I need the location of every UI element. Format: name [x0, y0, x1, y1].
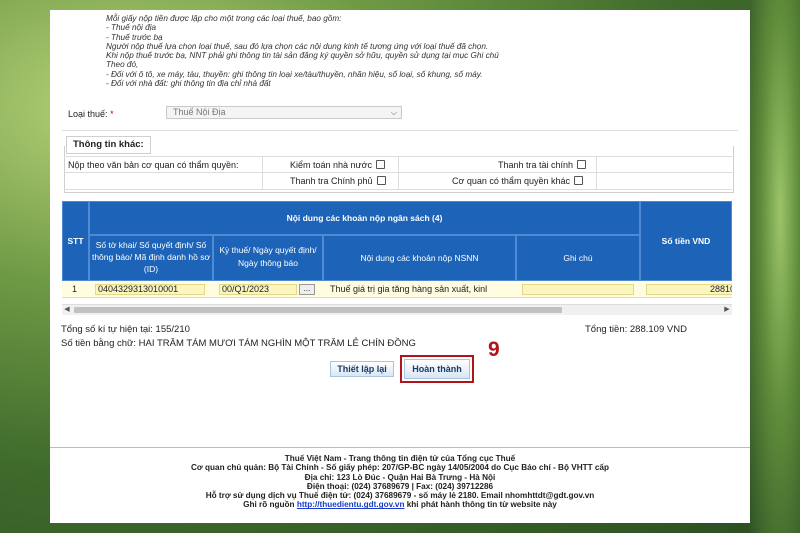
note-line: Theo đó, [106, 60, 139, 70]
option-label: Thanh tra tài chính [498, 160, 574, 170]
reset-button[interactable]: Thiết lập lại [330, 361, 394, 377]
option-state-audit: Kiểm toán nhà nước [290, 157, 385, 173]
tax-type-label-text: Loại thuế: [68, 109, 108, 119]
tax-period-input[interactable]: 00/Q1/2023 [219, 284, 297, 295]
grid-line [398, 156, 399, 189]
amount-in-words: Số tiền bằng chữ: HAI TRĂM TÁM MƯƠI TÁM … [61, 338, 416, 349]
cell-stt: 1 [72, 284, 78, 294]
horizontal-scrollbar[interactable]: ◀ ▶ [62, 304, 732, 315]
option-financial-inspection: Thanh tra tài chính [498, 157, 587, 173]
footer-text: khi phát hành thông tin từ website này [406, 500, 557, 510]
col-header-period: Kỳ thuế/ Ngày quyết định/ Ngày thông báo [213, 235, 323, 281]
period-picker-button[interactable]: ... [299, 284, 315, 295]
scroll-left-icon[interactable]: ◀ [62, 305, 72, 315]
tax-type-value: Thuế Nội Địa [173, 107, 226, 117]
table-row: 1 0404329313010001 00/Q1/2023 ... Thuế g… [62, 281, 732, 298]
note-line: Khi nộp thuế trước bạ, NNT phải ghi thôn… [106, 51, 499, 61]
footer-divider [50, 447, 750, 448]
budget-items-table: STT Nội dung các khoản nộp ngân sách (4)… [62, 201, 732, 311]
grid-line [262, 156, 263, 189]
char-count: Tổng số kí tự hiện tại: 155/210 [61, 324, 190, 335]
finish-button[interactable]: Hoàn thành [404, 359, 470, 379]
option-label: Cơ quan có thẩm quyền khác [452, 176, 570, 186]
col-header-amount: Số tiền VND [640, 201, 732, 281]
option-other-authority: Cơ quan có thẩm quyền khác [452, 173, 583, 189]
tax-type-notes: Mỗi giấy nộp tiền được lập cho một trong… [106, 14, 499, 88]
required-mark: * [110, 109, 114, 119]
tax-type-select[interactable]: Thuế Nội Địa ⌵ [166, 106, 402, 119]
footer: Thuế Việt Nam - Trang thông tin điện tử … [50, 454, 750, 510]
footer-text: Ghi rõ nguồn [243, 500, 295, 510]
grid-line [596, 156, 597, 189]
page-content: Mỗi giấy nộp tiền được lập cho một trong… [50, 10, 750, 523]
background-foliage-right [750, 0, 800, 533]
other-info-legend: Thông tin khác: [66, 136, 151, 154]
financial-inspection-checkbox[interactable] [577, 160, 587, 169]
option-government-inspection: Thanh tra Chính phủ [290, 173, 386, 189]
website-link[interactable]: http://thuedientu.gdt.gov.vn [297, 500, 405, 509]
note-line: - Đối với nhà đất: ghi thông tin địa chỉ… [106, 79, 271, 89]
footer-line: Ghi rõ nguồn http://thuedientu.gdt.gov.v… [50, 500, 750, 509]
footer-line: Hỗ trợ sử dụng dịch vụ Thuế điện tử: (02… [205, 491, 595, 501]
divider [62, 130, 738, 131]
authority-label: Nộp theo văn bản cơ quan có thẩm quyền: [68, 160, 239, 170]
footer-line: Thuế Việt Nam - Trang thông tin điện tử … [284, 454, 516, 463]
note-line: - Thuế trước bạ [106, 32, 163, 42]
other-authority-checkbox[interactable] [573, 176, 583, 185]
note-input[interactable] [522, 284, 634, 295]
footer-line: Điện thoại: (024) 37689679 | Fax: (024) … [306, 481, 494, 491]
col-header-note: Ghi chú [516, 235, 640, 281]
step-number: 9 [488, 338, 500, 361]
note-line: Người nộp thuế lựa chọn loại thuế, sau đ… [106, 41, 489, 51]
amount-input[interactable]: 28810 [646, 284, 732, 295]
option-label: Thanh tra Chính phủ [290, 176, 373, 186]
government-inspection-checkbox[interactable] [376, 176, 386, 185]
group-header: Nội dung các khoản nộp ngân sách (4) [89, 201, 640, 235]
note-line: - Đối với ô tô, xe máy, tàu, thuyền: ghi… [106, 69, 483, 79]
chevron-down-icon: ⌵ [390, 108, 397, 117]
col-header-stt: STT [62, 201, 89, 281]
option-label: Kiểm toán nhà nước [290, 160, 372, 170]
content-cell[interactable]: Thuế giá trị gia tăng hàng sản xuất, kin… [330, 281, 514, 297]
col-header-content: Nội dung các khoản nộp NSNN [323, 235, 516, 281]
footer-line: Cơ quan chủ quản: Bộ Tài Chính - Số giấy… [191, 463, 609, 473]
scroll-thumb[interactable] [74, 307, 562, 313]
total-amount: Tổng tiền: 288.109 VND [585, 324, 687, 335]
footer-line: Địa chỉ: 123 Lò Đúc - Quận Hai Bà Trưng … [304, 472, 496, 482]
tax-type-label: Loại thuế: * [68, 109, 114, 119]
state-audit-checkbox[interactable] [375, 160, 385, 169]
doc-number-input[interactable]: 0404329313010001 [95, 284, 205, 295]
col-header-doc: Số tờ khai/ Số quyết định/ Số thông báo/… [89, 235, 213, 281]
scroll-right-icon[interactable]: ▶ [722, 305, 732, 315]
note-line: - Thuế nội địa [106, 23, 157, 33]
note-line: Mỗi giấy nộp tiền được lập cho một trong… [106, 14, 342, 23]
